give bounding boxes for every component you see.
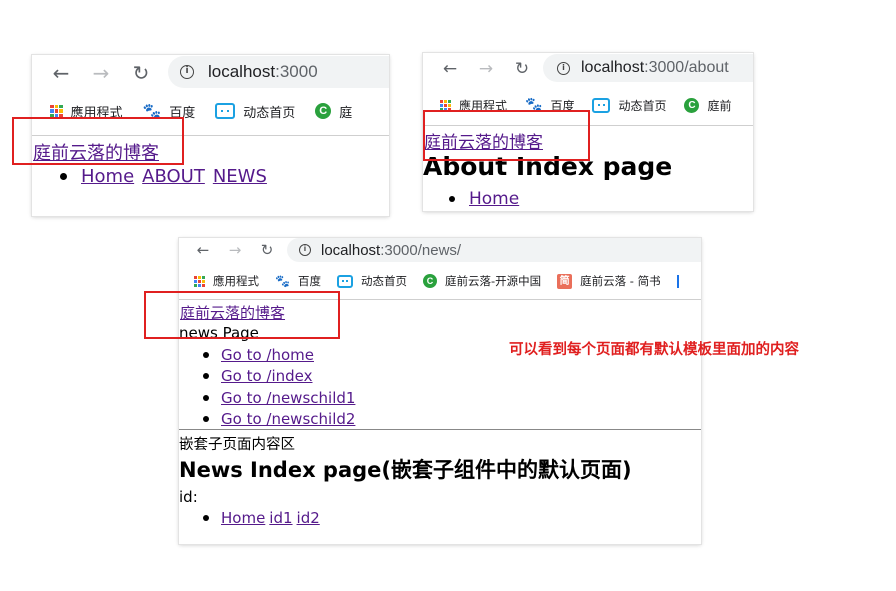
page-heading: News Index page(嵌套子组件中的默认页面) (179, 458, 632, 482)
apps-grid-icon (440, 99, 451, 111)
nested-area-label: 嵌套子页面内容区 (179, 437, 295, 453)
info-icon[interactable]: i (180, 65, 194, 79)
annotation-text: 可以看到每个页面都有默认模板里面加的内容 (509, 342, 799, 358)
bookmark-label: 百度 (297, 274, 321, 288)
bullet (203, 351, 209, 358)
reload-icon[interactable]: ↻ (257, 241, 277, 259)
reload-icon[interactable]: ↻ (511, 59, 533, 79)
list-item: Go to /home (203, 344, 355, 366)
bookmark-label: 动态首页 (360, 274, 407, 288)
id-link-home[interactable]: Home (221, 509, 265, 527)
list-item: Home ABOUT NEWS (60, 166, 275, 187)
bookmark-label: 庭前 (707, 98, 732, 113)
bookmark-bilibili[interactable]: 动态首页 (215, 102, 295, 121)
id-link-id2[interactable]: id2 (297, 509, 320, 527)
forward-arrow-icon[interactable]: → (475, 59, 497, 79)
back-arrow-icon[interactable]: ← (193, 241, 213, 259)
nav-link-news[interactable]: NEWS (213, 166, 267, 187)
address-bar[interactable]: i localhost:3000/about (543, 54, 753, 82)
bookmark-oschina[interactable]: C 庭前 (684, 97, 732, 114)
id-label: id: (179, 488, 198, 506)
bullet (203, 515, 209, 521)
oschina-c-icon: C (422, 274, 437, 288)
nav-list: Home ABOUT NEWS (60, 166, 275, 187)
nav-link-newschild1[interactable]: Go to /newschild1 (221, 389, 355, 407)
highlight-box-news (144, 291, 340, 339)
oschina-c-icon: C (315, 103, 332, 119)
reload-icon[interactable]: ↻ (128, 61, 154, 85)
id-link-list: Home id1 id2 (203, 509, 324, 527)
list-item: Go to /newschild1 (203, 387, 355, 409)
bookmark-overflow[interactable] (676, 274, 679, 288)
back-arrow-icon[interactable]: ← (439, 59, 461, 79)
bookmark-jianshu[interactable]: 简 庭前云落 - 简书 (557, 273, 661, 289)
bookmark-apps[interactable]: 應用程式 (194, 273, 259, 289)
nav-list: Go to /home Go to /index Go to /newschil… (203, 344, 355, 430)
bookmark-baidu[interactable]: 🐾 百度 (275, 273, 321, 289)
apps-grid-icon (194, 275, 205, 287)
nav-link-index[interactable]: Go to /index (221, 367, 313, 385)
nav-link-newschild2[interactable]: Go to /newschild2 (221, 410, 355, 428)
nav-list: Home (449, 189, 519, 209)
bullet (203, 373, 209, 380)
url-text[interactable]: localhost:3000 (208, 62, 318, 82)
bullet (203, 416, 209, 423)
url-text[interactable]: localhost:3000/about (581, 59, 729, 77)
nav-link-home[interactable]: Go to /home (221, 346, 314, 364)
url-text[interactable]: localhost:3000/news/ (321, 242, 461, 259)
bilibili-tv-icon (215, 103, 236, 119)
nav-link-home[interactable]: Home (469, 189, 519, 209)
highlight-box-home (12, 117, 184, 165)
browser-screenshot-news: ← → ↻ i localhost:3000/news/ 應用程式 🐾 百度 动… (179, 238, 701, 544)
jianshu-icon: 简 (557, 273, 573, 289)
list-item: Home id1 id2 (203, 509, 324, 527)
bookmark-label: 應用程式 (213, 274, 259, 288)
list-item: Home (449, 189, 519, 209)
forward-arrow-icon[interactable]: → (225, 241, 245, 259)
bookmark-oschina[interactable]: C 庭 (315, 102, 352, 121)
bookmark-label: 庭前云落-开源中国 (444, 274, 542, 288)
bullet (60, 173, 67, 180)
oschina-c-icon: C (684, 97, 700, 113)
address-bar[interactable]: i localhost:3000/news/ (287, 238, 701, 262)
address-bar[interactable]: i localhost:3000 (168, 56, 389, 88)
list-item: Go to /newschild2 (203, 409, 355, 431)
bookmark-label: 动态首页 (618, 98, 667, 113)
bookmark-bilibili[interactable]: 动态首页 (336, 273, 407, 289)
bookmark-label: 庭 (339, 105, 353, 121)
forward-arrow-icon[interactable]: → (88, 61, 114, 85)
nav-link-about[interactable]: ABOUT (142, 166, 205, 187)
divider (179, 429, 701, 430)
apps-grid-icon (50, 104, 63, 118)
bilibili-tv-icon (336, 274, 353, 288)
bookmark-label: 庭前云落 - 简书 (580, 274, 661, 288)
bookmark-oschina[interactable]: C 庭前云落-开源中国 (422, 273, 542, 289)
list-item: Go to /index (203, 366, 355, 388)
bookmark-label: 动态首页 (243, 105, 296, 121)
bookmark-bilibili[interactable]: 动态首页 (592, 97, 666, 114)
info-icon[interactable]: i (299, 244, 311, 256)
highlight-box-about (423, 110, 590, 161)
back-arrow-icon[interactable]: ← (48, 61, 74, 85)
info-icon[interactable]: i (557, 61, 570, 75)
baidu-paw-icon: 🐾 (275, 274, 290, 288)
id-link-id1[interactable]: id1 (269, 509, 292, 527)
nav-link-home[interactable]: Home (81, 166, 134, 187)
bilibili-tv-icon (592, 97, 611, 113)
bullet (449, 196, 455, 202)
bullet (203, 394, 209, 401)
bookmarks-bar: 應用程式 🐾 百度 动态首页 C 庭前云落-开源中国 简 庭前云落 - 简书 (179, 271, 701, 291)
